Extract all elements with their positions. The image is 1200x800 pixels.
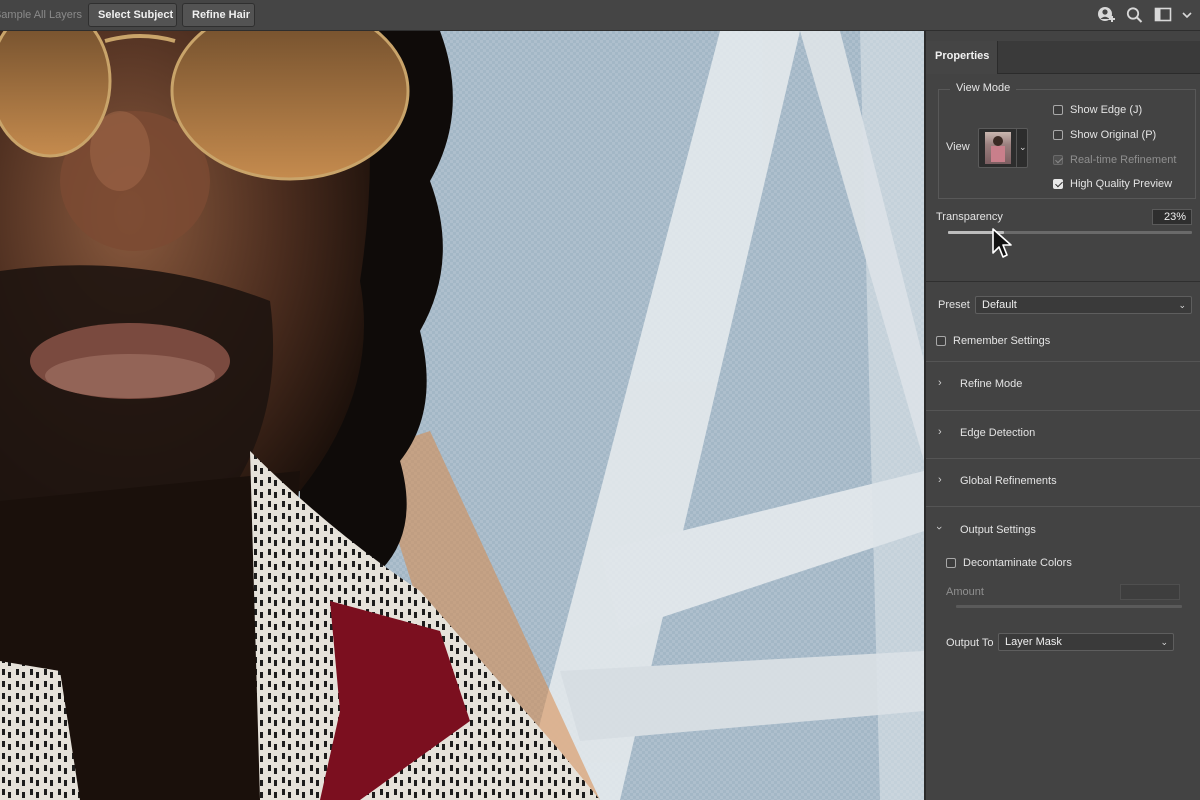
image-canvas[interactable] xyxy=(0,31,924,800)
section-refine-mode[interactable]: › Refine Mode xyxy=(926,362,1200,410)
output-to-label: Output To xyxy=(946,637,994,649)
tab-properties[interactable]: Properties xyxy=(926,41,998,74)
amount-value xyxy=(1120,584,1180,600)
view-mode-dropdown[interactable]: ⌄ xyxy=(978,128,1028,168)
show-edge-label: Show Edge (J) xyxy=(1070,104,1143,116)
preset-label: Preset xyxy=(938,299,970,311)
show-edge-checkbox[interactable] xyxy=(1053,105,1063,115)
workspace-icon[interactable] xyxy=(1154,6,1174,24)
refine-hair-button[interactable]: Refine Hair xyxy=(182,3,255,27)
properties-panel: Properties View Mode View ⌄ Show Edge (J… xyxy=(924,31,1200,800)
section-title: Edge Detection xyxy=(960,427,1036,439)
amount-slider xyxy=(956,605,1182,608)
realtime-refinement-checkbox xyxy=(1053,155,1063,165)
high-quality-preview-checkbox[interactable] xyxy=(1053,179,1063,189)
remember-settings-label: Remember Settings xyxy=(953,335,1051,347)
high-quality-preview-label: High Quality Preview xyxy=(1070,178,1173,190)
show-original-label: Show Original (P) xyxy=(1070,129,1157,141)
options-bar: Sample All Layers Select Subject Refine … xyxy=(0,0,1200,31)
panel-tabstrip: Properties xyxy=(926,41,1200,74)
chevron-right-icon: › xyxy=(938,377,942,389)
decontaminate-colors-checkbox[interactable] xyxy=(946,558,956,568)
view-thumbnail xyxy=(985,132,1011,164)
sample-all-layers-label[interactable]: Sample All Layers xyxy=(0,0,82,30)
transparency-label: Transparency xyxy=(936,211,1003,223)
output-to-value: Layer Mask xyxy=(1005,636,1062,648)
chevron-down-icon: ⌄ xyxy=(1160,637,1168,647)
section-title: Global Refinements xyxy=(960,475,1057,487)
chevron-right-icon: › xyxy=(938,474,942,486)
preset-select[interactable]: Default ⌄ xyxy=(975,296,1192,314)
section-title: Refine Mode xyxy=(960,378,1023,390)
chevron-right-icon: › xyxy=(938,426,942,438)
section-edge-detection[interactable]: › Edge Detection xyxy=(926,411,1200,459)
search-icon[interactable] xyxy=(1125,6,1145,24)
chevron-down-icon: › xyxy=(932,526,945,530)
portrait-photo xyxy=(0,31,924,800)
user-plus-icon[interactable] xyxy=(1096,6,1116,24)
section-title: Output Settings xyxy=(960,524,1036,536)
decontaminate-colors-label: Decontaminate Colors xyxy=(963,557,1072,569)
show-original-checkbox[interactable] xyxy=(1053,130,1063,140)
preset-value: Default xyxy=(982,299,1017,311)
realtime-refinement-label: Real-time Refinement xyxy=(1070,154,1177,166)
view-mode-legend: View Mode xyxy=(950,82,1017,94)
mouse-cursor-icon xyxy=(992,228,1012,258)
chevron-down-icon: ⌄ xyxy=(1019,142,1027,152)
select-subject-button[interactable]: Select Subject xyxy=(88,3,177,27)
remember-settings-checkbox[interactable] xyxy=(936,336,946,346)
amount-label: Amount xyxy=(946,586,984,598)
chevron-down-icon[interactable] xyxy=(1180,6,1194,24)
chevron-down-icon: ⌄ xyxy=(1178,300,1186,310)
output-to-select[interactable]: Layer Mask ⌄ xyxy=(998,633,1174,651)
section-output-settings[interactable]: › Output Settings xyxy=(926,508,1200,556)
view-label: View xyxy=(946,141,970,153)
transparency-value[interactable]: 23% xyxy=(1152,209,1192,225)
section-global-refinements[interactable]: › Global Refinements xyxy=(926,459,1200,507)
